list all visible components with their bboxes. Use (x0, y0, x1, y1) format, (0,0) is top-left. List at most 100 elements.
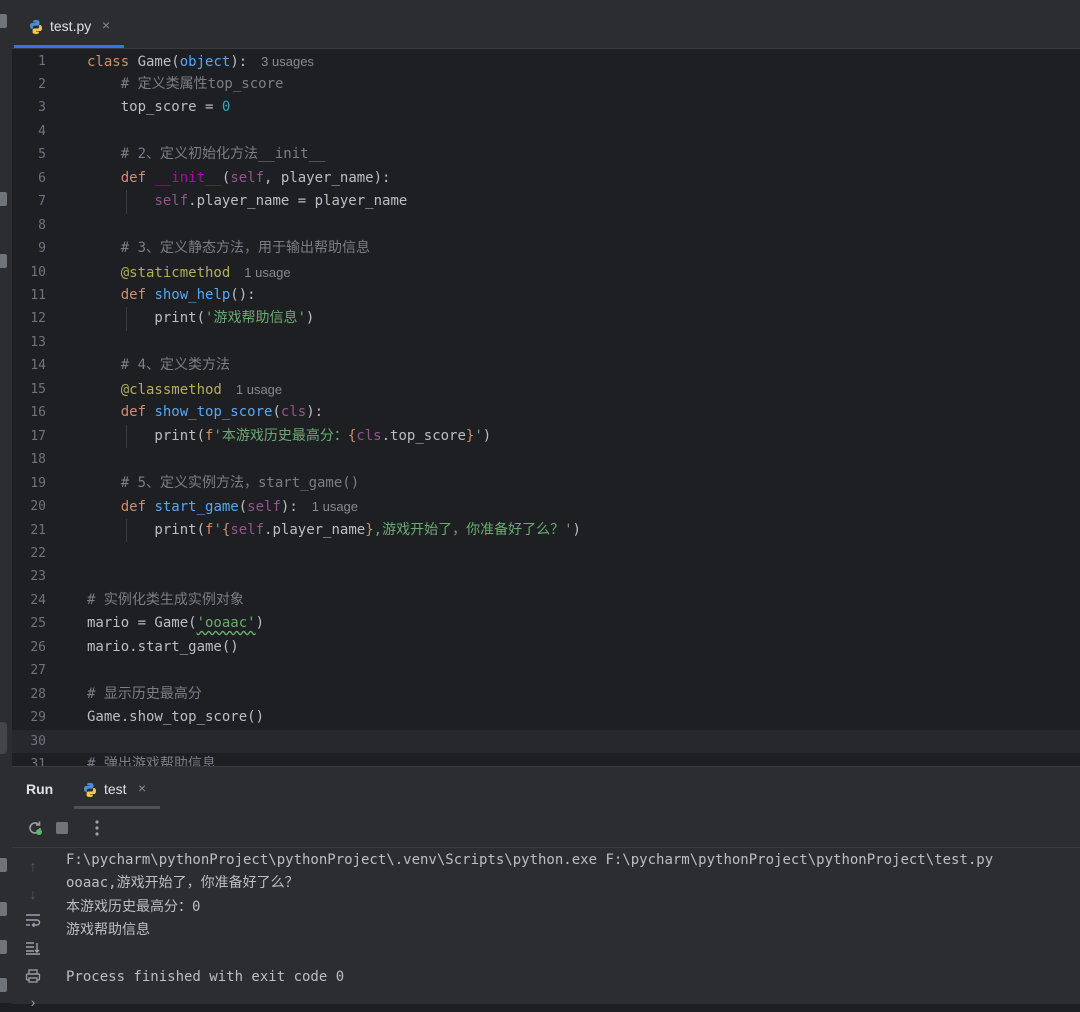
strip-marker[interactable] (0, 940, 7, 954)
code-line[interactable]: 31 # 弹出游戏帮助信息 (12, 753, 1080, 766)
code-line[interactable]: 3 top_score = 0 (12, 96, 1080, 119)
code-line[interactable]: 28 # 显示历史最高分 (12, 683, 1080, 706)
tab-test-py[interactable]: test.py × (14, 8, 134, 48)
code-line[interactable]: 6 def __init__(self, player_name): (12, 167, 1080, 190)
line-number: 19 (30, 475, 46, 491)
strip-marker[interactable] (0, 192, 7, 206)
code-token: print( (87, 427, 206, 444)
run-tab-title: test (104, 781, 127, 797)
stop-icon[interactable] (51, 817, 73, 839)
code-token: cls (280, 404, 307, 421)
strip-marker[interactable] (0, 14, 7, 28)
line-number: 20 (30, 499, 46, 515)
code-text: top_score = 0 (87, 96, 231, 119)
code-text: # 定义类属性top_score (87, 73, 284, 96)
strip-marker[interactable] (0, 978, 7, 992)
strip-marker[interactable] (0, 858, 7, 872)
code-token: # 实例化类生成实例对象 (87, 591, 244, 608)
code-token: print( (87, 310, 206, 327)
code-editor[interactable]: 1 class Game(object): 3 usages 2 # 定义类属性top… (12, 49, 1080, 766)
usage-hint[interactable]: 1 usage (244, 265, 290, 280)
strip-marker[interactable] (0, 254, 7, 268)
code-token: top_score = (87, 99, 222, 116)
code-line[interactable]: 8 (12, 214, 1080, 237)
rerun-icon[interactable] (24, 817, 46, 839)
code-line[interactable]: 17 print(f'本游戏历史最高分：{cls.top_score}') (12, 425, 1080, 448)
code-line[interactable]: 27 (12, 659, 1080, 682)
code-line[interactable]: 26 mario.start_game() (12, 636, 1080, 659)
run-side-toolbar: ↑ ↓ › (12, 848, 52, 1010)
code-line[interactable]: 16 def show_top_score(cls): (12, 401, 1080, 424)
code-line[interactable]: 14 # 4、定义类方法 (12, 354, 1080, 377)
code-token: Game.show_top_score() (87, 709, 265, 726)
code-line[interactable]: 23 (12, 565, 1080, 588)
code-line[interactable]: 24 # 实例化类生成实例对象 (12, 589, 1080, 612)
soft-wrap-icon[interactable] (22, 912, 44, 932)
strip-active-marker[interactable] (0, 722, 7, 754)
code-line[interactable]: 12 print('游戏帮助信息') (12, 307, 1080, 330)
code-text: # 4、定义类方法 (87, 354, 230, 377)
code-line[interactable]: 15 @classmethod 1 usage (12, 378, 1080, 401)
console-line: 本游戏历史最高分：0 (66, 898, 201, 915)
code-token: # 定义类属性top_score (120, 75, 284, 92)
code-line[interactable]: 13 (12, 331, 1080, 354)
strip-marker[interactable] (0, 902, 7, 916)
scroll-to-end-icon[interactable] (22, 940, 44, 960)
code-line[interactable]: 19 # 5、定义实例方法，start_game() (12, 472, 1080, 495)
code-line[interactable]: 20 def start_game(self): 1 usage (12, 495, 1080, 518)
code-token: object (179, 53, 231, 70)
code-token: self (154, 193, 189, 210)
run-panel-header: Run test × (12, 767, 1080, 809)
python-file-icon (30, 20, 42, 34)
code-line[interactable]: 22 (12, 542, 1080, 565)
code-line[interactable]: 5 # 2、定义初始化方法__init__ (12, 143, 1080, 166)
usage-hint[interactable]: 3 usages (261, 54, 314, 69)
code-line[interactable]: 1 class Game(object): 3 usages (12, 50, 1080, 73)
scroll-up-icon[interactable]: ↑ (22, 856, 44, 876)
indent-guide (126, 424, 127, 449)
print-icon[interactable] (22, 968, 44, 988)
code-token: .player_name (264, 521, 366, 538)
code-line[interactable]: 2 # 定义类属性top_score (12, 73, 1080, 96)
code-line[interactable]: 21 print(f'{self.player_name},游戏开始了，你准备好… (12, 519, 1080, 542)
code-line[interactable]: 7 self.player_name = player_name (12, 190, 1080, 213)
scroll-down-icon[interactable]: ↓ (22, 884, 44, 904)
code-token: self (230, 521, 265, 538)
code-line[interactable]: 4 (12, 120, 1080, 143)
code-line[interactable]: 9 # 3、定义静态方法，用于输出帮助信息 (12, 237, 1080, 260)
line-number: 28 (30, 686, 46, 702)
line-number: 22 (30, 545, 46, 561)
usage-hint[interactable]: 1 usage (236, 382, 282, 397)
code-line[interactable]: 18 (12, 448, 1080, 471)
run-tab-close-icon[interactable]: × (138, 780, 146, 796)
code-token: ): (280, 499, 298, 516)
console-output[interactable]: F:\pycharm\pythonProject\pythonProject\.… (66, 849, 1076, 989)
console-line: F:\pycharm\pythonProject\pythonProject\.… (66, 852, 994, 868)
code-line[interactable]: 29 Game.show_top_score() (12, 706, 1080, 729)
more-options-icon[interactable] (86, 817, 108, 839)
code-line[interactable]: 11 def show_help(): (12, 284, 1080, 307)
tab-close-icon[interactable]: × (102, 17, 110, 33)
usage-hint[interactable]: 1 usage (312, 499, 358, 514)
run-tab-test[interactable]: test × (74, 773, 160, 809)
line-number: 12 (30, 311, 46, 327)
code-line[interactable]: 25 mario = Game('ooaac') (12, 612, 1080, 635)
code-text: def __init__(self, player_name): (87, 167, 391, 190)
code-text: print('游戏帮助信息') (87, 307, 314, 330)
tab-title: test.py (50, 18, 92, 34)
line-number: 13 (30, 334, 46, 350)
code-line[interactable]: 30 (12, 729, 1080, 753)
line-number: 2 (38, 76, 46, 92)
line-number: 7 (38, 194, 46, 210)
line-number: 1 (38, 53, 46, 69)
code-line[interactable]: 10 @staticmethod 1 usage (12, 261, 1080, 284)
code-token: show_top_score (154, 404, 273, 421)
code-token: '本游戏历史最高分： (213, 427, 348, 444)
expand-icon[interactable]: › (22, 992, 44, 1012)
line-number: 3 (38, 100, 46, 116)
